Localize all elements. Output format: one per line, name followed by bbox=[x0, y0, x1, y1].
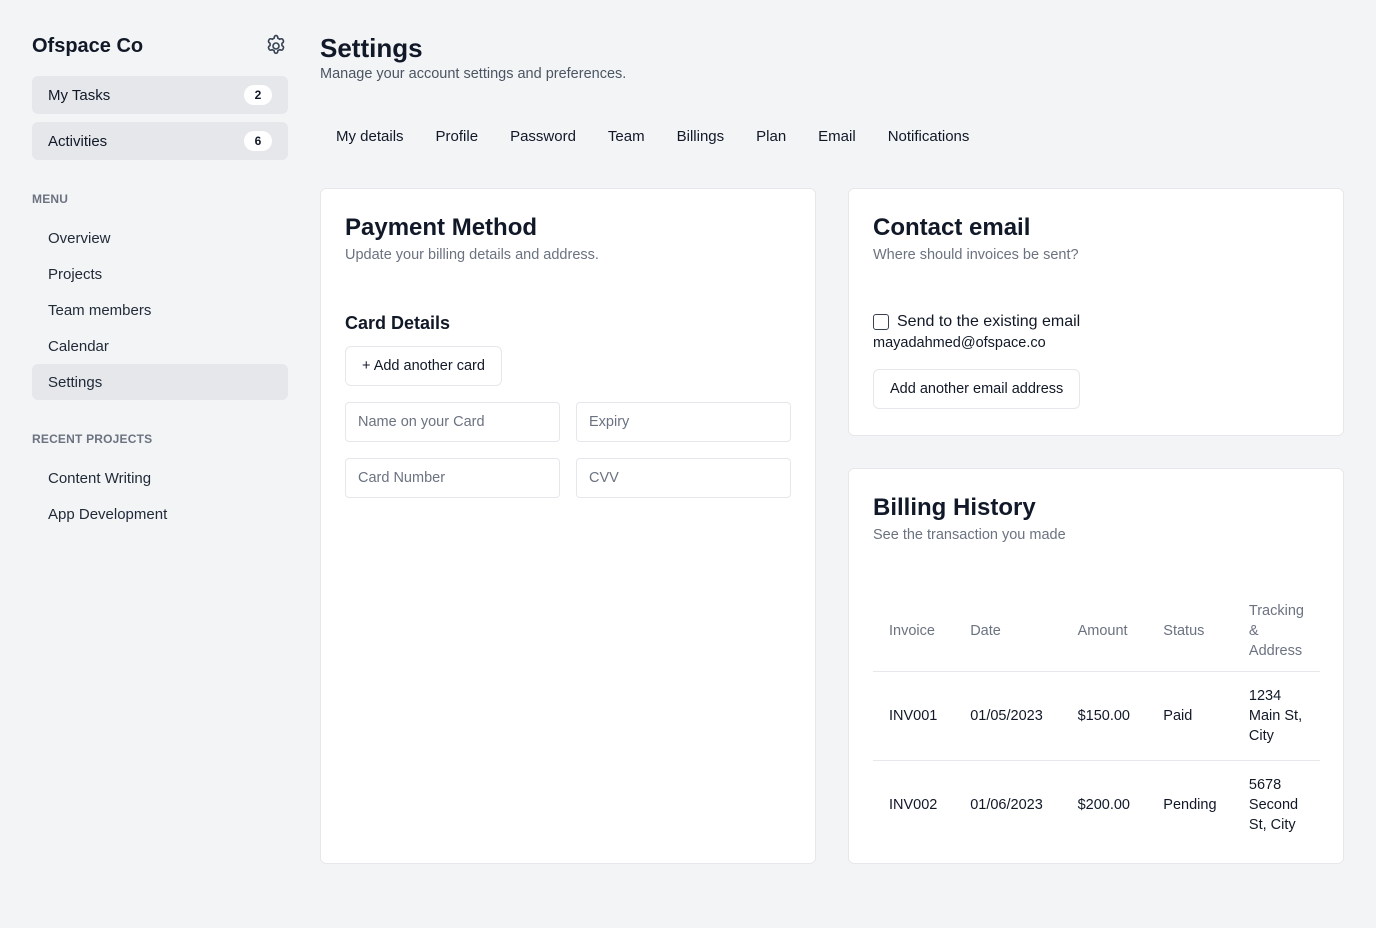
app-root: Ofspace Co My Tasks 2 Activities 6 MENU … bbox=[0, 0, 1376, 928]
card-subtitle: See the transaction you made bbox=[873, 527, 1066, 543]
tab-email[interactable]: Email bbox=[802, 128, 872, 145]
existing-email-label: Send to the existing email bbox=[897, 313, 1081, 330]
existing-email-checkbox[interactable] bbox=[873, 314, 889, 330]
date-cell: 01/05/2023 bbox=[970, 708, 1043, 724]
main-nav: Overview Projects Team members Calendar … bbox=[32, 220, 288, 400]
column-header-amount: Amount bbox=[1077, 623, 1128, 639]
column-header-date: Date bbox=[970, 623, 1001, 639]
quick-item-label: My Tasks bbox=[48, 86, 111, 104]
main-content: Settings Manage your account settings an… bbox=[320, 32, 1344, 864]
billing-history-card: Billing History See the transaction you … bbox=[848, 468, 1344, 864]
tab-notifications[interactable]: Notifications bbox=[872, 128, 986, 145]
card-number-input[interactable] bbox=[345, 458, 560, 498]
tab-password[interactable]: Password bbox=[494, 128, 592, 145]
invoice-cell: INV002 bbox=[889, 797, 938, 813]
existing-email-value: mayadahmed@ofspace.co bbox=[873, 335, 1046, 351]
brand-name: Ofspace Co bbox=[32, 34, 144, 57]
quick-item-my-tasks[interactable]: My Tasks 2 bbox=[32, 76, 288, 114]
count-badge: 2 bbox=[244, 85, 272, 105]
page-title: Settings bbox=[320, 33, 423, 63]
recent-project-app-development[interactable]: App Development bbox=[32, 496, 288, 532]
address-cell: 1234 Main St, City bbox=[1248, 688, 1303, 744]
card-cvv-input[interactable] bbox=[576, 458, 791, 498]
payment-method-card: Payment Method Update your billing detai… bbox=[320, 188, 816, 864]
card-details-heading: Card Details bbox=[345, 313, 451, 333]
amount-cell: $200.00 bbox=[1077, 797, 1130, 813]
status-cell: Pending bbox=[1163, 797, 1217, 813]
quick-item-label: Activities bbox=[48, 132, 108, 150]
invoice-cell: INV001 bbox=[889, 708, 938, 724]
add-email-button[interactable]: Add another email address bbox=[873, 369, 1081, 409]
card-title: Billing History bbox=[873, 494, 1036, 521]
contact-email-card: Contact email Where should invoices be s… bbox=[848, 188, 1344, 436]
tab-profile[interactable]: Profile bbox=[420, 128, 495, 145]
menu-section-label: MENU bbox=[32, 192, 69, 206]
table-row: INV002 01/06/2023 $200.00 Pending 5678 S… bbox=[873, 760, 1320, 850]
card-expiry-input[interactable] bbox=[576, 402, 791, 442]
quick-links: My Tasks 2 Activities 6 bbox=[32, 76, 288, 160]
address-cell: 5678 Second St, City bbox=[1248, 777, 1299, 833]
card-subtitle: Where should invoices be sent? bbox=[873, 247, 1079, 263]
card-subtitle: Update your billing details and address. bbox=[345, 247, 599, 263]
billing-table: Invoice Date Amount Status Tracking & Ad… bbox=[873, 591, 1320, 849]
sidebar: Ofspace Co My Tasks 2 Activities 6 MENU … bbox=[32, 28, 288, 532]
add-card-button[interactable]: + Add another card bbox=[345, 346, 502, 386]
recent-projects-label: RECENT PROJECTS bbox=[32, 432, 153, 446]
sidebar-item-overview[interactable]: Overview bbox=[32, 220, 288, 256]
tab-team[interactable]: Team bbox=[592, 128, 661, 145]
sidebar-item-projects[interactable]: Projects bbox=[32, 256, 288, 292]
recent-project-content-writing[interactable]: Content Writing bbox=[32, 460, 288, 496]
count-badge: 6 bbox=[244, 131, 272, 151]
quick-item-activities[interactable]: Activities 6 bbox=[32, 122, 288, 160]
recent-projects-nav: Content Writing App Development bbox=[32, 460, 288, 532]
existing-email-option: Send to the existing email bbox=[873, 313, 1319, 331]
page-subtitle: Manage your account settings and prefere… bbox=[320, 66, 627, 82]
column-header-invoice: Invoice bbox=[889, 623, 935, 639]
tab-billings[interactable]: Billings bbox=[661, 128, 741, 145]
status-cell: Paid bbox=[1163, 708, 1193, 724]
card-title: Payment Method bbox=[345, 214, 538, 241]
card-form bbox=[345, 402, 791, 498]
sidebar-item-team-members[interactable]: Team members bbox=[32, 292, 288, 328]
tab-my-details[interactable]: My details bbox=[320, 128, 420, 145]
sidebar-item-settings[interactable]: Settings bbox=[32, 364, 288, 400]
card-name-input[interactable] bbox=[345, 402, 560, 442]
column-header-status: Status bbox=[1163, 623, 1205, 639]
brand-row: Ofspace Co bbox=[32, 28, 288, 64]
amount-cell: $150.00 bbox=[1077, 708, 1130, 724]
table-header-row: Invoice Date Amount Status Tracking & Ad… bbox=[873, 591, 1320, 672]
sidebar-item-calendar[interactable]: Calendar bbox=[32, 328, 288, 364]
column-header-tracking: Tracking & Address bbox=[1248, 603, 1304, 659]
settings-tabs: My details Profile Password Team Billing… bbox=[320, 122, 1344, 150]
table-row: INV001 01/05/2023 $150.00 Paid 1234 Main… bbox=[873, 671, 1320, 761]
tab-plan[interactable]: Plan bbox=[740, 128, 802, 145]
gear-icon[interactable] bbox=[264, 34, 288, 58]
date-cell: 01/06/2023 bbox=[970, 797, 1043, 813]
card-title: Contact email bbox=[873, 214, 1031, 241]
